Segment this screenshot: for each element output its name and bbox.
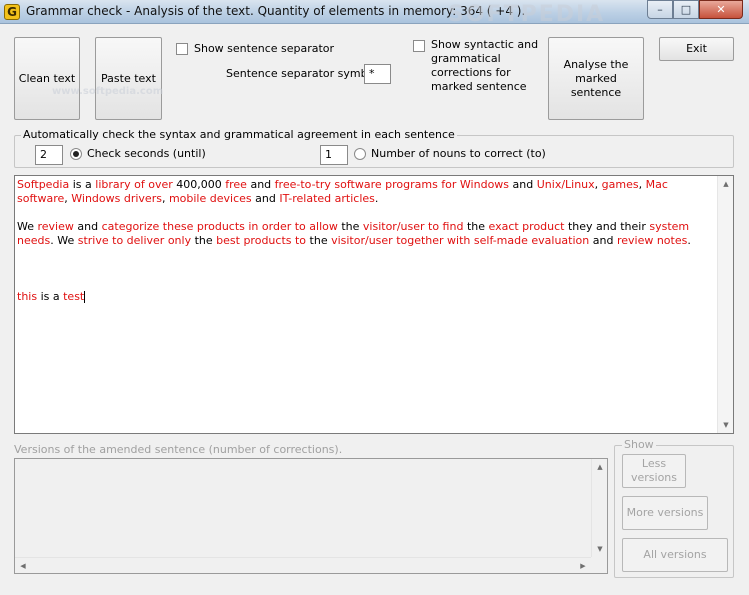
highlighted-phrase: Windows drivers: [71, 192, 162, 205]
plain-text: and: [509, 178, 537, 191]
plain-text: and: [246, 178, 275, 191]
scroll-up-icon[interactable]: ▲: [718, 176, 733, 192]
highlighted-phrase: IT-related articles: [279, 192, 375, 205]
highlighted-phrase: games: [601, 178, 639, 191]
maximize-button[interactable]: □: [673, 0, 699, 19]
plain-text: and: [251, 192, 280, 205]
highlighted-phrase: this: [17, 290, 38, 303]
window-controls: – □ ✕: [647, 0, 743, 19]
editor-paragraph: Softpedia is a library of over 400,000 f…: [17, 178, 715, 206]
all-versions-button[interactable]: All versions: [622, 538, 728, 572]
analyse-sentence-button[interactable]: Analyse the marked sentence: [548, 37, 644, 120]
versions-scroll-down-icon[interactable]: ▼: [592, 541, 608, 557]
less-versions-button[interactable]: Less versions: [622, 454, 686, 488]
editor-paragraph: We review and categorize these products …: [17, 220, 715, 248]
auto-check-group-title: Automatically check the syntax and gramm…: [21, 128, 457, 141]
highlighted-phrase: visitor/user together with self-made eva…: [331, 234, 590, 247]
close-button[interactable]: ✕: [699, 0, 743, 19]
plain-text: is a: [69, 178, 96, 191]
plain-text: they and their: [564, 220, 650, 233]
highlighted-phrase: mobile devices: [168, 192, 252, 205]
plain-text: the: [191, 234, 217, 247]
window-title: Grammar check - Analysis of the text. Qu…: [26, 4, 526, 18]
editor-paragraph: this is a test: [17, 290, 715, 304]
plain-text: is a: [37, 290, 64, 303]
scroll-down-icon[interactable]: ▼: [718, 417, 733, 433]
highlighted-phrase: library of over: [95, 178, 173, 191]
highlighted-phrase: review: [37, 220, 74, 233]
nouns-input[interactable]: 1: [320, 145, 348, 165]
plain-text: . We: [50, 234, 78, 247]
highlighted-phrase: categorize these products in order to al…: [101, 220, 338, 233]
highlighted-phrase: best products to: [216, 234, 307, 247]
show-separator-label: Show sentence separator: [194, 42, 335, 55]
app-icon: G: [4, 4, 20, 20]
show-separator-checkbox[interactable]: [176, 43, 188, 55]
text-caret: [84, 291, 86, 303]
highlighted-phrase: Softpedia: [17, 178, 70, 191]
plain-text: and: [73, 220, 102, 233]
more-versions-button[interactable]: More versions: [622, 496, 708, 530]
highlighted-phrase: exact product: [488, 220, 565, 233]
versions-horizontal-scrollbar[interactable]: ◀ ▶: [15, 557, 591, 573]
exit-button[interactable]: Exit: [659, 37, 734, 61]
paste-text-button[interactable]: Paste text: [95, 37, 162, 120]
versions-list[interactable]: ▲ ▼ ◀ ▶: [14, 458, 608, 574]
versions-vertical-scrollbar[interactable]: ▲ ▼: [591, 459, 607, 557]
highlighted-phrase: Unix/Linux: [536, 178, 595, 191]
highlighted-phrase: review notes: [616, 234, 688, 247]
check-seconds-label: Check seconds (until): [87, 147, 206, 160]
versions-label: Versions of the amended sentence (number…: [14, 443, 343, 456]
show-corrections-label: Show syntactic and grammatical correctio…: [431, 38, 539, 93]
plain-text: the: [306, 234, 332, 247]
show-group-title: Show: [622, 438, 656, 451]
nouns-radio[interactable]: [354, 148, 366, 160]
versions-scroll-up-icon[interactable]: ▲: [592, 459, 608, 475]
separator-symbol-input[interactable]: *: [364, 64, 391, 84]
plain-text: ,: [638, 178, 646, 191]
plain-text: 400,000: [172, 178, 226, 191]
nouns-label: Number of nouns to correct (to): [371, 147, 546, 160]
highlighted-phrase: test: [63, 290, 85, 303]
versions-scroll-right-icon[interactable]: ▶: [575, 558, 591, 574]
highlighted-phrase: free-to-try software programs for Window…: [274, 178, 510, 191]
highlighted-phrase: strive to deliver only: [77, 234, 192, 247]
plain-text: .: [687, 234, 691, 247]
check-seconds-radio[interactable]: [70, 148, 82, 160]
plain-text: and: [589, 234, 617, 247]
versions-scroll-left-icon[interactable]: ◀: [15, 558, 31, 574]
highlighted-phrase: free: [225, 178, 247, 191]
plain-text: ,: [594, 178, 602, 191]
plain-text: .: [374, 192, 379, 205]
highlighted-phrase: visitor/user to find: [362, 220, 464, 233]
plain-text: the: [463, 220, 489, 233]
minimize-button[interactable]: –: [647, 0, 673, 19]
show-corrections-checkbox[interactable]: [413, 40, 425, 52]
plain-text: We: [17, 220, 38, 233]
separator-symbol-label: Sentence separator symbol:: [226, 67, 382, 80]
editor-vertical-scrollbar[interactable]: ▲ ▼: [717, 176, 733, 433]
text-editor[interactable]: Softpedia is a library of over 400,000 f…: [14, 175, 734, 434]
seconds-input[interactable]: 2: [35, 145, 63, 165]
plain-text: ,: [161, 192, 169, 205]
title-bar[interactable]: G Grammar check - Analysis of the text. …: [0, 0, 749, 24]
plain-text: the: [337, 220, 363, 233]
editor-paragraph: [17, 262, 715, 276]
clean-text-button[interactable]: Clean text: [14, 37, 80, 120]
editor-content[interactable]: Softpedia is a library of over 400,000 f…: [17, 178, 715, 318]
